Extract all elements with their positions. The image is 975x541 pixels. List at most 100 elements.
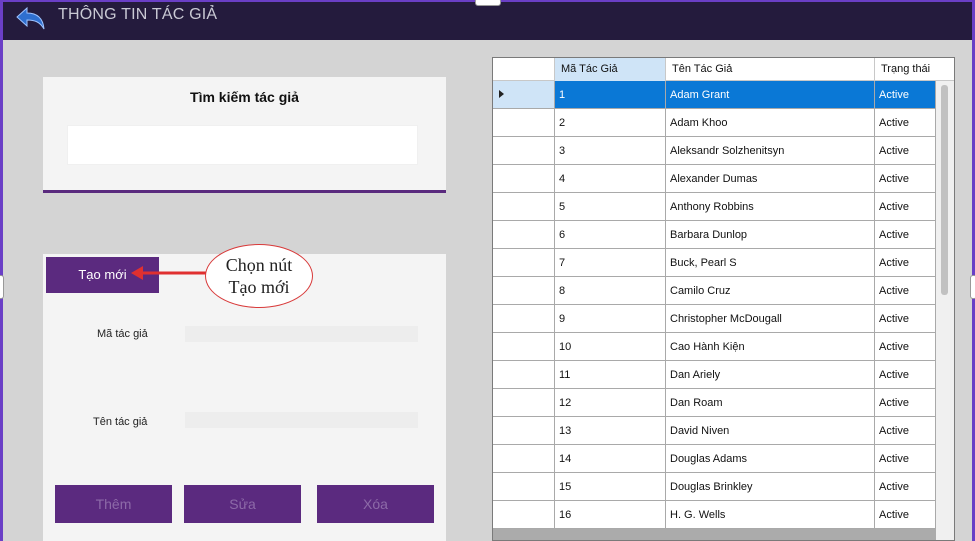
status-cell[interactable]: Active bbox=[875, 473, 936, 501]
author-name-cell[interactable]: Buck, Pearl S bbox=[666, 249, 875, 277]
author-name-cell[interactable]: Douglas Adams bbox=[666, 445, 875, 473]
author-id-cell[interactable]: 12 bbox=[555, 389, 666, 417]
table-row[interactable]: 14 Douglas Adams Active bbox=[493, 445, 936, 473]
author-id-cell[interactable]: 16 bbox=[555, 501, 666, 529]
author-id-cell[interactable]: 8 bbox=[555, 277, 666, 305]
annotation-line-2: Tạo mới bbox=[228, 277, 290, 297]
table-row[interactable]: 8 Camilo Cruz Active bbox=[493, 277, 936, 305]
author-id-cell[interactable]: 2 bbox=[555, 109, 666, 137]
row-header[interactable] bbox=[493, 305, 555, 333]
status-cell[interactable]: Active bbox=[875, 277, 936, 305]
author-name-field[interactable] bbox=[185, 412, 418, 428]
table-row[interactable]: 6 Barbara Dunlop Active bbox=[493, 221, 936, 249]
author-id-field[interactable] bbox=[185, 326, 418, 342]
search-input[interactable] bbox=[67, 125, 418, 165]
delete-button[interactable]: Xóa bbox=[317, 485, 434, 523]
row-header[interactable] bbox=[493, 109, 555, 137]
table-row[interactable]: 11 Dan Ariely Active bbox=[493, 361, 936, 389]
row-header[interactable] bbox=[493, 417, 555, 445]
row-header[interactable] bbox=[493, 221, 555, 249]
author-id-cell[interactable]: 14 bbox=[555, 445, 666, 473]
author-id-cell[interactable]: 5 bbox=[555, 193, 666, 221]
scrollbar-thumb[interactable] bbox=[941, 85, 948, 295]
author-id-cell[interactable]: 11 bbox=[555, 361, 666, 389]
row-header[interactable] bbox=[493, 165, 555, 193]
table-row[interactable]: 15 Douglas Brinkley Active bbox=[493, 473, 936, 501]
author-name-cell[interactable]: Aleksandr Solzhenitsyn bbox=[666, 137, 875, 165]
row-header[interactable] bbox=[493, 249, 555, 277]
column-header-status[interactable]: Trạng thái bbox=[875, 58, 954, 81]
row-header[interactable] bbox=[493, 473, 555, 501]
row-header[interactable] bbox=[493, 333, 555, 361]
author-id-cell[interactable]: 7 bbox=[555, 249, 666, 277]
status-cell[interactable]: Active bbox=[875, 165, 936, 193]
top-resize-handle[interactable] bbox=[475, 0, 501, 6]
table-row[interactable]: 2 Adam Khoo Active bbox=[493, 109, 936, 137]
left-resize-handle[interactable] bbox=[0, 275, 4, 299]
table-row[interactable]: 7 Buck, Pearl S Active bbox=[493, 249, 936, 277]
author-id-cell[interactable]: 6 bbox=[555, 221, 666, 249]
row-header[interactable] bbox=[493, 137, 555, 165]
table-row[interactable]: 12 Dan Roam Active bbox=[493, 389, 936, 417]
author-id-cell[interactable]: 3 bbox=[555, 137, 666, 165]
author-id-cell[interactable]: 1 bbox=[555, 81, 666, 109]
status-cell[interactable]: Active bbox=[875, 193, 936, 221]
status-cell[interactable]: Active bbox=[875, 501, 936, 529]
status-cell[interactable]: Active bbox=[875, 361, 936, 389]
author-name-cell[interactable]: Adam Grant bbox=[666, 81, 875, 109]
author-name-cell[interactable]: Adam Khoo bbox=[666, 109, 875, 137]
author-name-cell[interactable]: H. G. Wells bbox=[666, 501, 875, 529]
author-name-cell[interactable]: Barbara Dunlop bbox=[666, 221, 875, 249]
row-header[interactable] bbox=[493, 361, 555, 389]
row-header[interactable] bbox=[493, 277, 555, 305]
author-name-cell[interactable]: Dan Roam bbox=[666, 389, 875, 417]
status-cell[interactable]: Active bbox=[875, 221, 936, 249]
author-id-cell[interactable]: 13 bbox=[555, 417, 666, 445]
status-cell[interactable]: Active bbox=[875, 445, 936, 473]
status-cell[interactable]: Active bbox=[875, 109, 936, 137]
author-id-cell[interactable]: 9 bbox=[555, 305, 666, 333]
author-id-cell[interactable]: 10 bbox=[555, 333, 666, 361]
row-header[interactable] bbox=[493, 445, 555, 473]
author-name-cell[interactable]: Camilo Cruz bbox=[666, 277, 875, 305]
author-name-cell[interactable]: David Niven bbox=[666, 417, 875, 445]
author-name-cell[interactable]: Alexander Dumas bbox=[666, 165, 875, 193]
table-row[interactable]: 10 Cao Hành Kiện Active bbox=[493, 333, 936, 361]
back-arrow-icon[interactable] bbox=[13, 5, 47, 31]
right-resize-handle[interactable] bbox=[970, 275, 975, 299]
table-row[interactable]: 5 Anthony Robbins Active bbox=[493, 193, 936, 221]
status-cell[interactable]: Active bbox=[875, 137, 936, 165]
row-header[interactable] bbox=[493, 81, 555, 109]
edit-button[interactable]: Sửa bbox=[184, 485, 301, 523]
status-cell[interactable]: Active bbox=[875, 389, 936, 417]
status-cell[interactable]: Active bbox=[875, 417, 936, 445]
author-name-cell[interactable]: Douglas Brinkley bbox=[666, 473, 875, 501]
status-cell[interactable]: Active bbox=[875, 305, 936, 333]
status-cell[interactable]: Active bbox=[875, 81, 936, 109]
grid-header: Mã Tác Giả Tên Tác Giả Trạng thái bbox=[493, 58, 954, 81]
table-row[interactable]: 9 Christopher McDougall Active bbox=[493, 305, 936, 333]
author-id-cell[interactable]: 15 bbox=[555, 473, 666, 501]
column-header-author-id[interactable]: Mã Tác Giả bbox=[555, 58, 666, 81]
row-header[interactable] bbox=[493, 389, 555, 417]
column-header-author-name[interactable]: Tên Tác Giả bbox=[666, 58, 875, 81]
author-name-cell[interactable]: Dan Ariely bbox=[666, 361, 875, 389]
author-name-cell[interactable]: Cao Hành Kiện bbox=[666, 333, 875, 361]
author-id-cell[interactable]: 4 bbox=[555, 165, 666, 193]
grid-scrollbar[interactable] bbox=[936, 81, 954, 540]
search-panel: Tìm kiếm tác giả bbox=[43, 77, 446, 193]
table-row[interactable]: 4 Alexander Dumas Active bbox=[493, 165, 936, 193]
row-header[interactable] bbox=[493, 501, 555, 529]
status-cell[interactable]: Active bbox=[875, 249, 936, 277]
add-button[interactable]: Thêm bbox=[55, 485, 172, 523]
author-name-cell[interactable]: Anthony Robbins bbox=[666, 193, 875, 221]
status-cell[interactable]: Active bbox=[875, 333, 936, 361]
table-row[interactable]: 16 H. G. Wells Active bbox=[493, 501, 936, 529]
author-grid[interactable]: Mã Tác Giả Tên Tác Giả Trạng thái 1 Adam … bbox=[492, 57, 955, 541]
row-header[interactable] bbox=[493, 193, 555, 221]
table-row[interactable]: 3 Aleksandr Solzhenitsyn Active bbox=[493, 137, 936, 165]
row-header-corner bbox=[493, 58, 555, 81]
author-name-cell[interactable]: Christopher McDougall bbox=[666, 305, 875, 333]
table-row[interactable]: 13 David Niven Active bbox=[493, 417, 936, 445]
table-row[interactable]: 1 Adam Grant Active bbox=[493, 81, 936, 109]
